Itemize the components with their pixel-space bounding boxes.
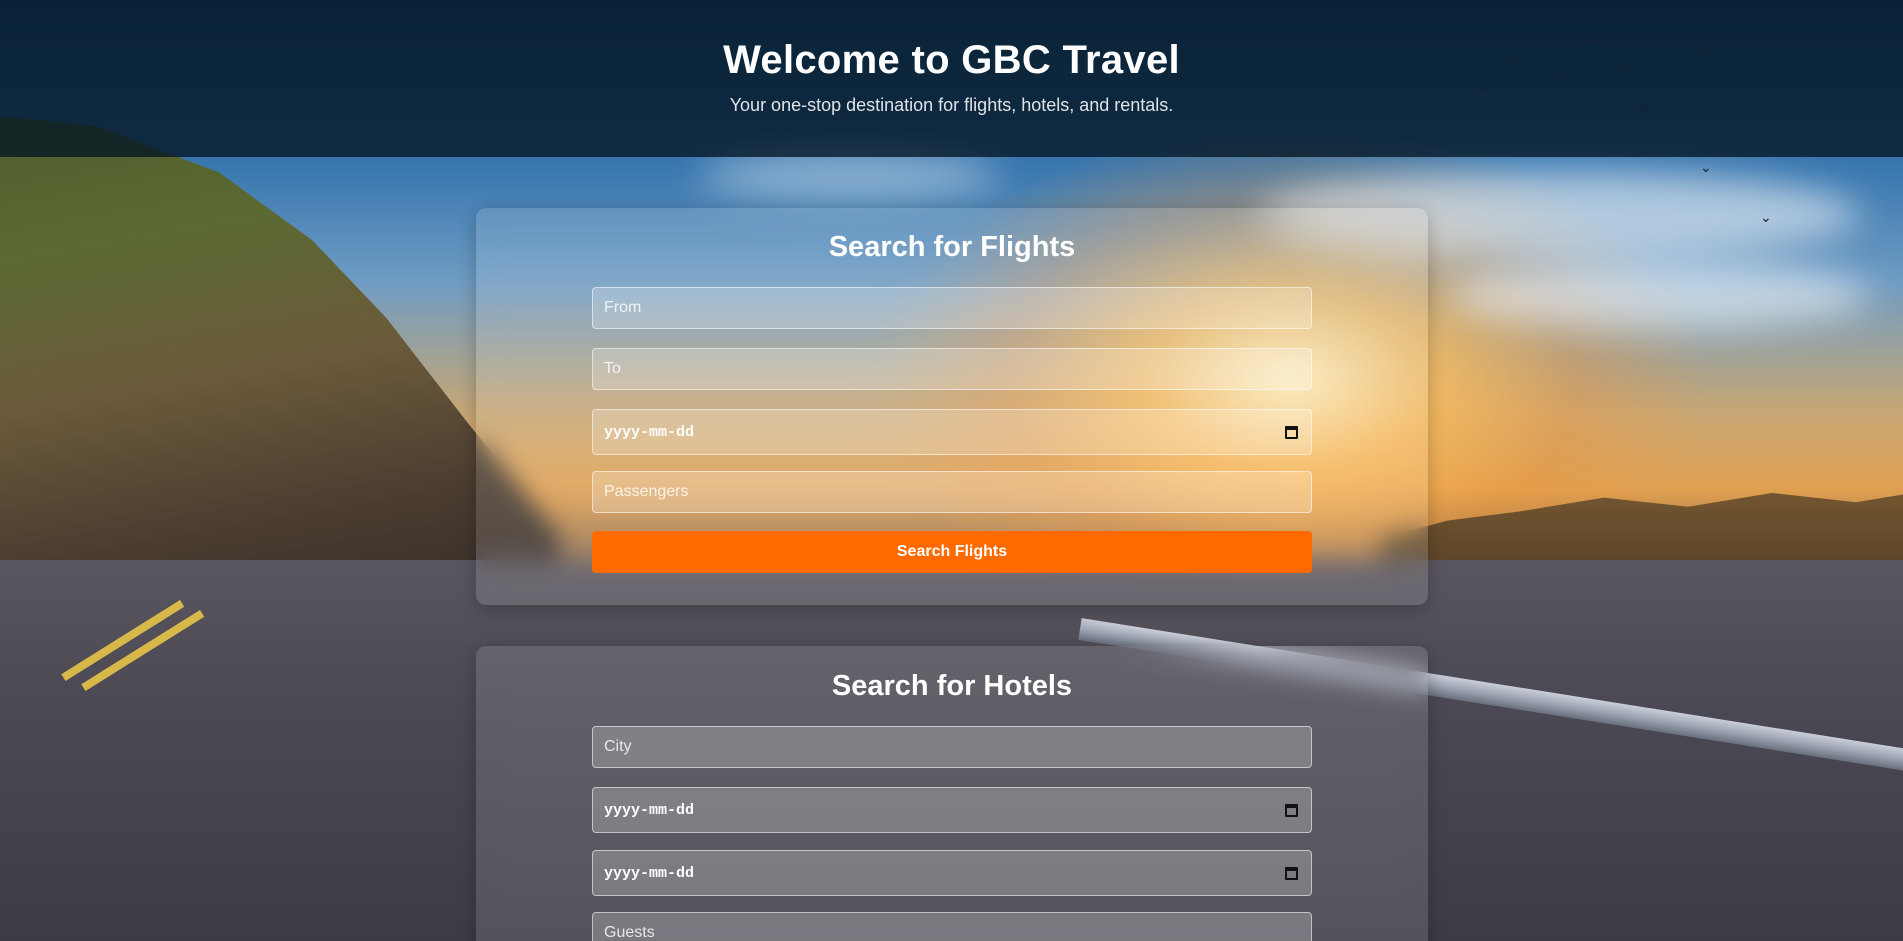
flight-date-placeholder: yyyy-mm-dd bbox=[604, 423, 695, 441]
hotel-search-heading: Search for Hotels bbox=[831, 670, 1073, 702]
flight-search-heading: Search for Flights bbox=[828, 231, 1076, 263]
flight-date-input[interactable]: yyyy-mm-dd bbox=[592, 409, 1312, 455]
to-placeholder: To bbox=[604, 360, 621, 377]
checkout-date-input[interactable]: yyyy-mm-dd bbox=[592, 850, 1312, 896]
checkout-date-placeholder: yyyy-mm-dd bbox=[604, 864, 695, 882]
passengers-placeholder: Passengers bbox=[604, 483, 689, 500]
calendar-icon[interactable] bbox=[1285, 866, 1298, 880]
checkin-date-placeholder: yyyy-mm-dd bbox=[604, 801, 695, 819]
from-input[interactable]: From bbox=[592, 287, 1312, 329]
hotel-search-panel: Search for Hotels City yyyy-mm-dd yyyy-m… bbox=[476, 646, 1428, 941]
site-header: Welcome to GBC Travel Your one-stop dest… bbox=[0, 0, 1903, 157]
page-title: Welcome to GBC Travel bbox=[723, 38, 1180, 82]
passengers-input[interactable]: Passengers bbox=[592, 471, 1312, 513]
checkin-date-input[interactable]: yyyy-mm-dd bbox=[592, 787, 1312, 833]
search-flights-button[interactable]: Search Flights bbox=[592, 531, 1312, 573]
flight-search-panel: Search for Flights From To yyyy-mm-dd Pa… bbox=[476, 208, 1428, 605]
calendar-icon[interactable] bbox=[1285, 803, 1298, 817]
city-input[interactable]: City bbox=[592, 726, 1312, 768]
to-input[interactable]: To bbox=[592, 348, 1312, 390]
calendar-icon[interactable] bbox=[1285, 425, 1298, 439]
guests-input[interactable]: Guests bbox=[592, 912, 1312, 941]
page-subtitle: Your one-stop destination for flights, h… bbox=[729, 95, 1174, 115]
guests-placeholder: Guests bbox=[604, 924, 655, 941]
city-placeholder: City bbox=[604, 738, 632, 755]
from-placeholder: From bbox=[604, 299, 642, 316]
